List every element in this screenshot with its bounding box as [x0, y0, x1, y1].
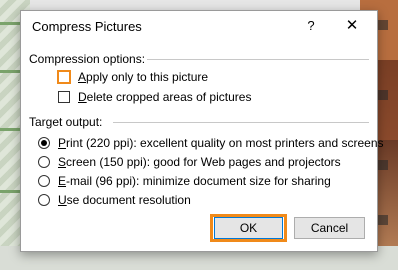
target-print-radio[interactable]	[38, 137, 50, 149]
target-group-divider	[113, 122, 369, 123]
delete-cropped-areas-checkbox[interactable]	[58, 91, 70, 103]
target-email-label[interactable]: E-mail (96 ppi): minimize document size …	[58, 174, 331, 188]
ok-button[interactable]: OK	[214, 217, 283, 239]
radio-selected-dot	[41, 140, 47, 146]
target-document-resolution-label[interactable]: Use document resolution	[58, 193, 191, 207]
target-output-heading: Target output:	[29, 115, 103, 129]
help-button[interactable]: ?	[303, 18, 319, 34]
dialog-titlebar: Compress Pictures ? ✕	[21, 11, 377, 41]
target-email-radio[interactable]	[38, 175, 50, 187]
compression-group-divider	[147, 59, 369, 60]
close-button[interactable]: ✕	[343, 16, 361, 34]
compression-options-heading: Compression options:	[29, 52, 146, 66]
apply-only-this-picture-label[interactable]: Apply only to this picture	[78, 70, 208, 84]
dialog-title: Compress Pictures	[32, 19, 142, 34]
cancel-button[interactable]: Cancel	[294, 217, 365, 239]
delete-cropped-areas-label[interactable]: Delete cropped areas of pictures	[78, 90, 251, 104]
apply-only-this-picture-checkbox[interactable]	[57, 70, 71, 84]
target-print-label[interactable]: Print (220 ppi): excellent quality on mo…	[58, 136, 384, 150]
target-screen-label[interactable]: Screen (150 ppi): good for Web pages and…	[58, 155, 341, 169]
target-document-resolution-radio[interactable]	[38, 194, 50, 206]
compress-pictures-dialog: Compress Pictures ? ✕ Compression option…	[20, 10, 384, 252]
target-screen-radio[interactable]	[38, 156, 50, 168]
